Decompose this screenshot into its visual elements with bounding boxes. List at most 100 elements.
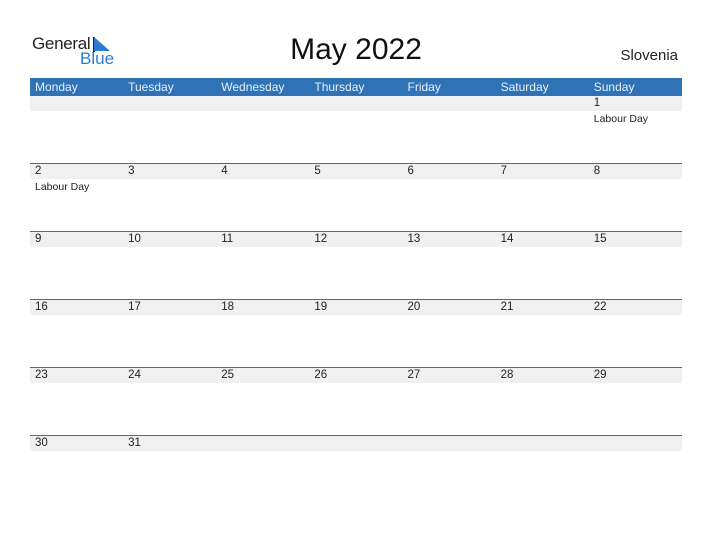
- day-number: [221, 96, 309, 111]
- day-number: [35, 96, 123, 111]
- day-number: 10: [128, 233, 141, 245]
- day-cell[interactable]: [309, 96, 402, 127]
- week-row: 1 Labour Day: [30, 96, 682, 163]
- day-cell[interactable]: 9: [30, 232, 123, 247]
- day-number: 30: [35, 437, 48, 449]
- day-cell[interactable]: 24: [123, 368, 216, 383]
- day-cell[interactable]: [403, 436, 496, 451]
- day-number: [501, 96, 589, 111]
- day-cell[interactable]: 1 Labour Day: [589, 96, 682, 127]
- day-cell[interactable]: [123, 96, 216, 127]
- day-cell[interactable]: 25: [216, 368, 309, 383]
- day-number: 11: [221, 233, 234, 245]
- day-number: 29: [593, 369, 607, 381]
- weeks: 1 Labour Day 2 Labour Day 3 4 5 6 7 8 9 10 11 12 13 14 1…: [30, 96, 682, 503]
- country-label: Slovenia: [620, 47, 678, 64]
- day-cell[interactable]: 23: [30, 368, 123, 383]
- day-number: 3: [128, 165, 135, 177]
- day-cell[interactable]: 29: [589, 368, 682, 383]
- day-number: 1: [593, 97, 601, 109]
- day-number: [501, 436, 589, 451]
- day-cell[interactable]: 19: [309, 300, 402, 315]
- weekday-header: Monday Tuesday Wednesday Thursday Friday Satu…: [30, 78, 682, 96]
- weekday-friday: Friday: [407, 80, 441, 94]
- calendar-grid: Monday Tuesday Wednesday Thursday Friday Satu…: [30, 78, 682, 503]
- day-cell[interactable]: 28: [496, 368, 589, 383]
- week-row: 23 24 25 26 27 28 29: [30, 367, 682, 435]
- holiday-label: Labour Day: [593, 113, 649, 125]
- weekday-tuesday: Tuesday: [128, 80, 174, 94]
- day-number: [221, 436, 309, 451]
- week-row: 9 10 11 12 13 14 15: [30, 231, 682, 299]
- day-cell[interactable]: 10: [123, 232, 216, 247]
- day-cell[interactable]: [30, 96, 123, 127]
- week-row: 30 31: [30, 435, 682, 503]
- day-number: 4: [221, 165, 228, 177]
- week-row: 16 17 18 19 20 21 22: [30, 299, 682, 367]
- day-number: [128, 96, 216, 111]
- day-number: 14: [500, 233, 514, 245]
- day-number: 24: [128, 369, 141, 381]
- day-cell[interactable]: 12: [309, 232, 402, 247]
- day-number: 6: [407, 165, 414, 177]
- day-cell[interactable]: 18: [216, 300, 309, 315]
- day-cell[interactable]: 13: [403, 232, 496, 247]
- day-number: 27: [407, 369, 421, 381]
- day-cell[interactable]: 6: [403, 164, 496, 195]
- day-cell[interactable]: 26: [309, 368, 402, 383]
- day-cell[interactable]: 14: [496, 232, 589, 247]
- day-cell[interactable]: [403, 96, 496, 127]
- day-cell[interactable]: [496, 96, 589, 127]
- day-number: 19: [314, 301, 328, 313]
- day-number: 2: [35, 165, 42, 177]
- day-number: 17: [128, 301, 141, 313]
- weekday-wednesday: Wednesday: [221, 80, 285, 94]
- day-cell[interactable]: 17: [123, 300, 216, 315]
- day-number: 5: [314, 165, 321, 177]
- day-cell[interactable]: 22: [589, 300, 682, 315]
- day-number: 31: [128, 437, 141, 449]
- day-cell[interactable]: 8: [589, 164, 682, 195]
- day-number: 21: [500, 301, 514, 313]
- weekday-monday: Monday: [35, 80, 78, 94]
- day-number: [408, 436, 496, 451]
- day-number: 26: [314, 369, 328, 381]
- day-cell[interactable]: 2 Labour Day: [30, 164, 123, 195]
- day-number: 13: [407, 233, 421, 245]
- day-cell[interactable]: 15: [589, 232, 682, 247]
- day-number: 20: [407, 301, 421, 313]
- day-number: 23: [35, 369, 48, 381]
- day-number: 15: [593, 233, 607, 245]
- day-number: 16: [35, 301, 48, 313]
- day-cell[interactable]: [216, 436, 309, 451]
- week-row: 2 Labour Day 3 4 5 6 7 8: [30, 163, 682, 231]
- day-cell[interactable]: 27: [403, 368, 496, 383]
- weekday-saturday: Saturday: [500, 80, 549, 94]
- weekday-sunday: Sunday: [593, 80, 635, 94]
- day-cell[interactable]: 30: [30, 436, 123, 451]
- day-cell[interactable]: [216, 96, 309, 127]
- day-number: 22: [593, 301, 607, 313]
- day-number: [314, 436, 402, 451]
- day-number: [594, 436, 682, 451]
- day-number: 8: [593, 165, 601, 177]
- day-cell[interactable]: 3: [123, 164, 216, 195]
- day-number: 12: [314, 233, 328, 245]
- day-cell[interactable]: 31: [123, 436, 216, 451]
- day-cell[interactable]: [309, 436, 402, 451]
- day-number: 9: [35, 233, 42, 245]
- day-cell[interactable]: 4: [216, 164, 309, 195]
- day-number: 18: [221, 301, 235, 313]
- day-cell[interactable]: 7: [496, 164, 589, 195]
- day-cell[interactable]: [589, 436, 682, 451]
- day-cell[interactable]: 21: [496, 300, 589, 315]
- day-cell[interactable]: [496, 436, 589, 451]
- day-number: [314, 96, 402, 111]
- day-cell[interactable]: 5: [309, 164, 402, 195]
- day-cell[interactable]: 20: [403, 300, 496, 315]
- day-cell[interactable]: 16: [30, 300, 123, 315]
- day-cell[interactable]: 11: [216, 232, 309, 247]
- weekday-thursday: Thursday: [314, 80, 365, 94]
- day-number: 25: [221, 369, 235, 381]
- day-number: [408, 96, 496, 111]
